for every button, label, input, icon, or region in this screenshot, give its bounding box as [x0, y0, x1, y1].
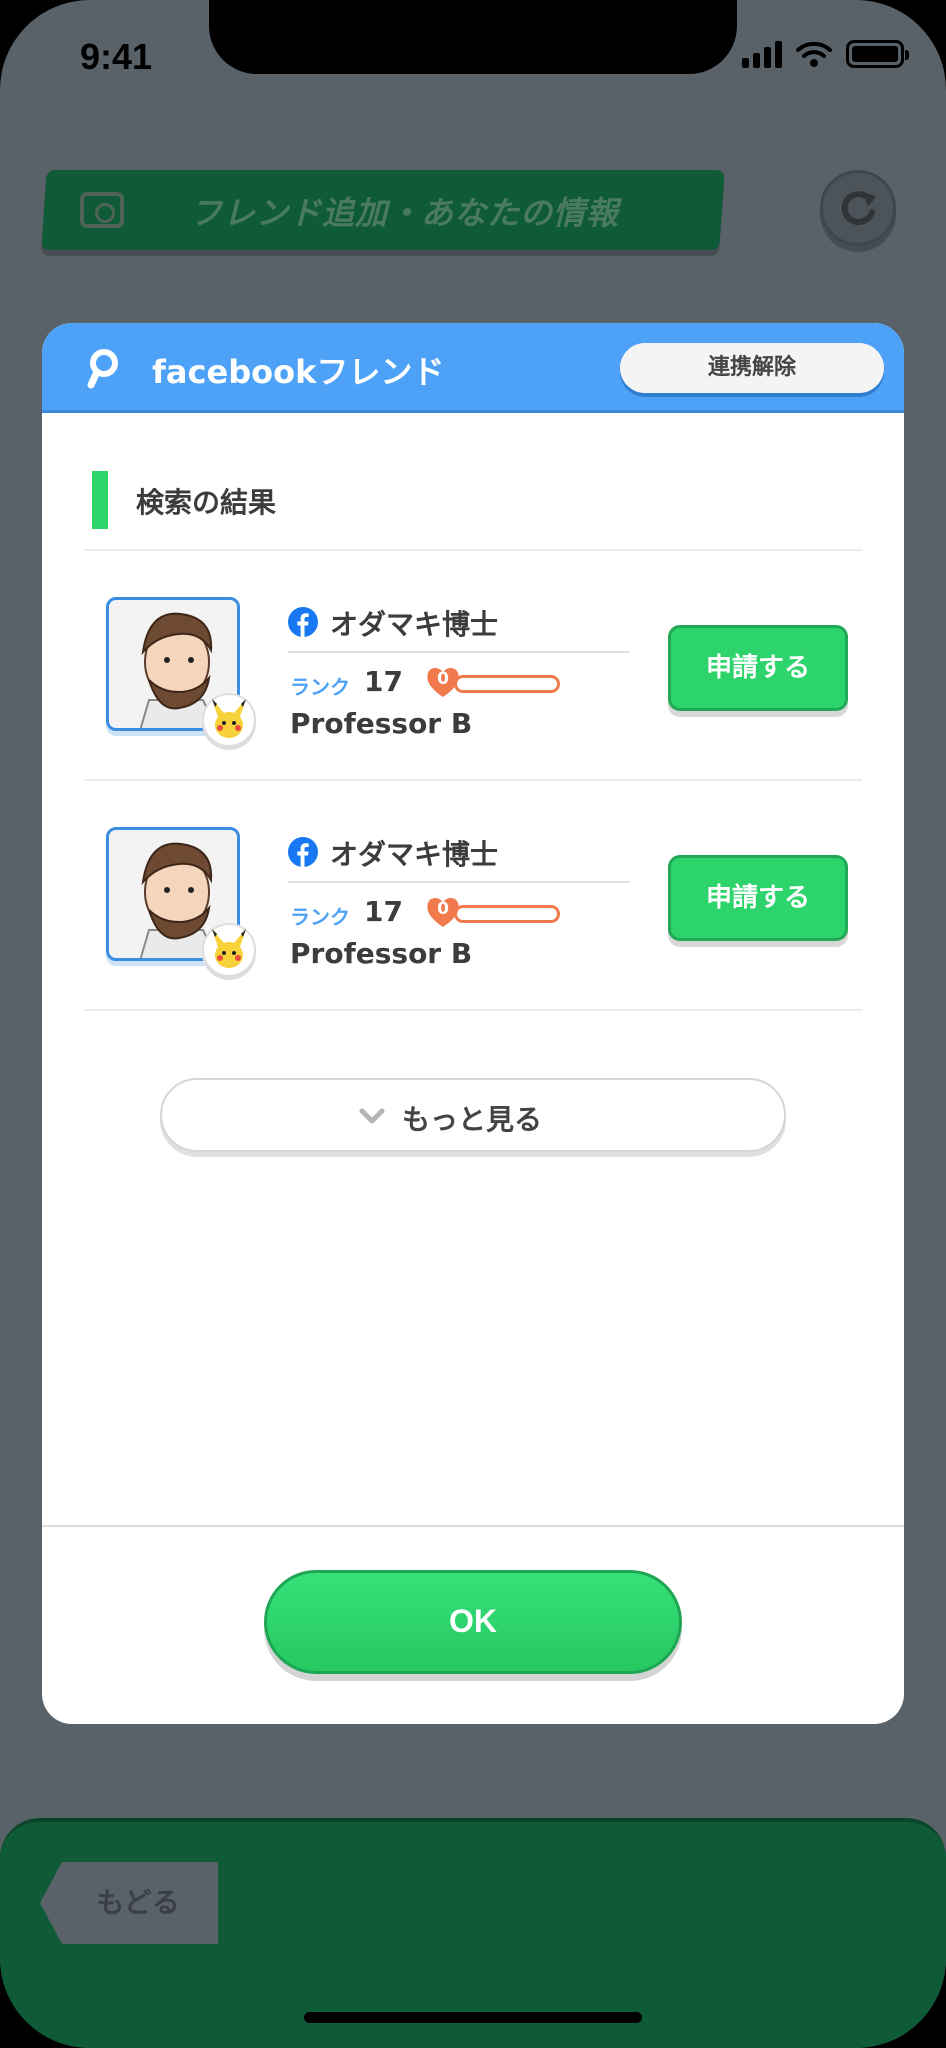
facebook-icon: [288, 837, 318, 867]
signal-icon: [742, 40, 782, 68]
unlink-button[interactable]: 連携解除: [620, 343, 884, 393]
dialog-header: facebookフレンド 連携解除: [42, 323, 904, 413]
friendship-bar: [454, 905, 560, 923]
section-title: 検索の結果: [136, 486, 277, 519]
friendship-bar: [454, 675, 560, 693]
section-marker: [92, 471, 108, 529]
trainer-name: Professor B: [290, 707, 473, 740]
see-more-label: もっと見る: [402, 1103, 543, 1136]
rank-value: 17: [364, 895, 403, 928]
rank-label: ランク: [290, 675, 350, 699]
request-button[interactable]: 申請する: [668, 855, 848, 941]
heart-count: 0: [437, 669, 449, 689]
see-more-button[interactable]: もっと見る: [160, 1078, 786, 1152]
buddy-pokemon-icon: [202, 693, 256, 747]
dialog-title: facebookフレンド: [152, 353, 445, 391]
facebook-friends-dialog: facebookフレンド 連携解除 検索の結果 オダマキ博士 ランク 17 0 …: [42, 323, 904, 1724]
search-icon: [87, 349, 118, 389]
refresh-button: [820, 170, 896, 246]
divider: [288, 651, 630, 653]
rank-label: ランク: [290, 905, 350, 929]
background-banner-title: フレンド追加・あなたの情報: [190, 194, 620, 232]
friend-row: オダマキ博士 ランク 17 0 Professor B 申請する: [84, 781, 862, 1009]
trainer-name: Professor B: [290, 937, 473, 970]
buddy-pokemon-icon: [202, 923, 256, 977]
divider: [84, 1009, 862, 1011]
status-icons: [742, 40, 909, 68]
chevron-down-icon: [359, 1108, 385, 1124]
ok-button[interactable]: OK: [264, 1570, 682, 1674]
request-button[interactable]: 申請する: [668, 625, 848, 711]
facebook-icon: [288, 607, 318, 637]
friend-name: オダマキ博士: [330, 608, 499, 641]
phone-screen: 9:41 フレンド追加・あなたの情報 facebookフレンド 連携解除 検索の…: [0, 0, 946, 2048]
status-time: 9:41: [80, 36, 153, 77]
wifi-icon: [796, 41, 832, 67]
friend-row: オダマキ博士 ランク 17 0 Professor B 申請する: [84, 551, 862, 779]
back-button[interactable]: もどる: [40, 1862, 218, 1944]
divider: [288, 881, 630, 883]
divider: [42, 1525, 904, 1527]
camera-icon: [80, 192, 124, 228]
notch: [209, 0, 737, 74]
friend-name: オダマキ博士: [330, 838, 499, 871]
battery-icon: [846, 40, 909, 68]
rank-value: 17: [364, 665, 403, 698]
home-indicator[interactable]: [304, 2012, 642, 2023]
refresh-icon: [841, 191, 876, 226]
heart-count: 0: [437, 899, 449, 919]
